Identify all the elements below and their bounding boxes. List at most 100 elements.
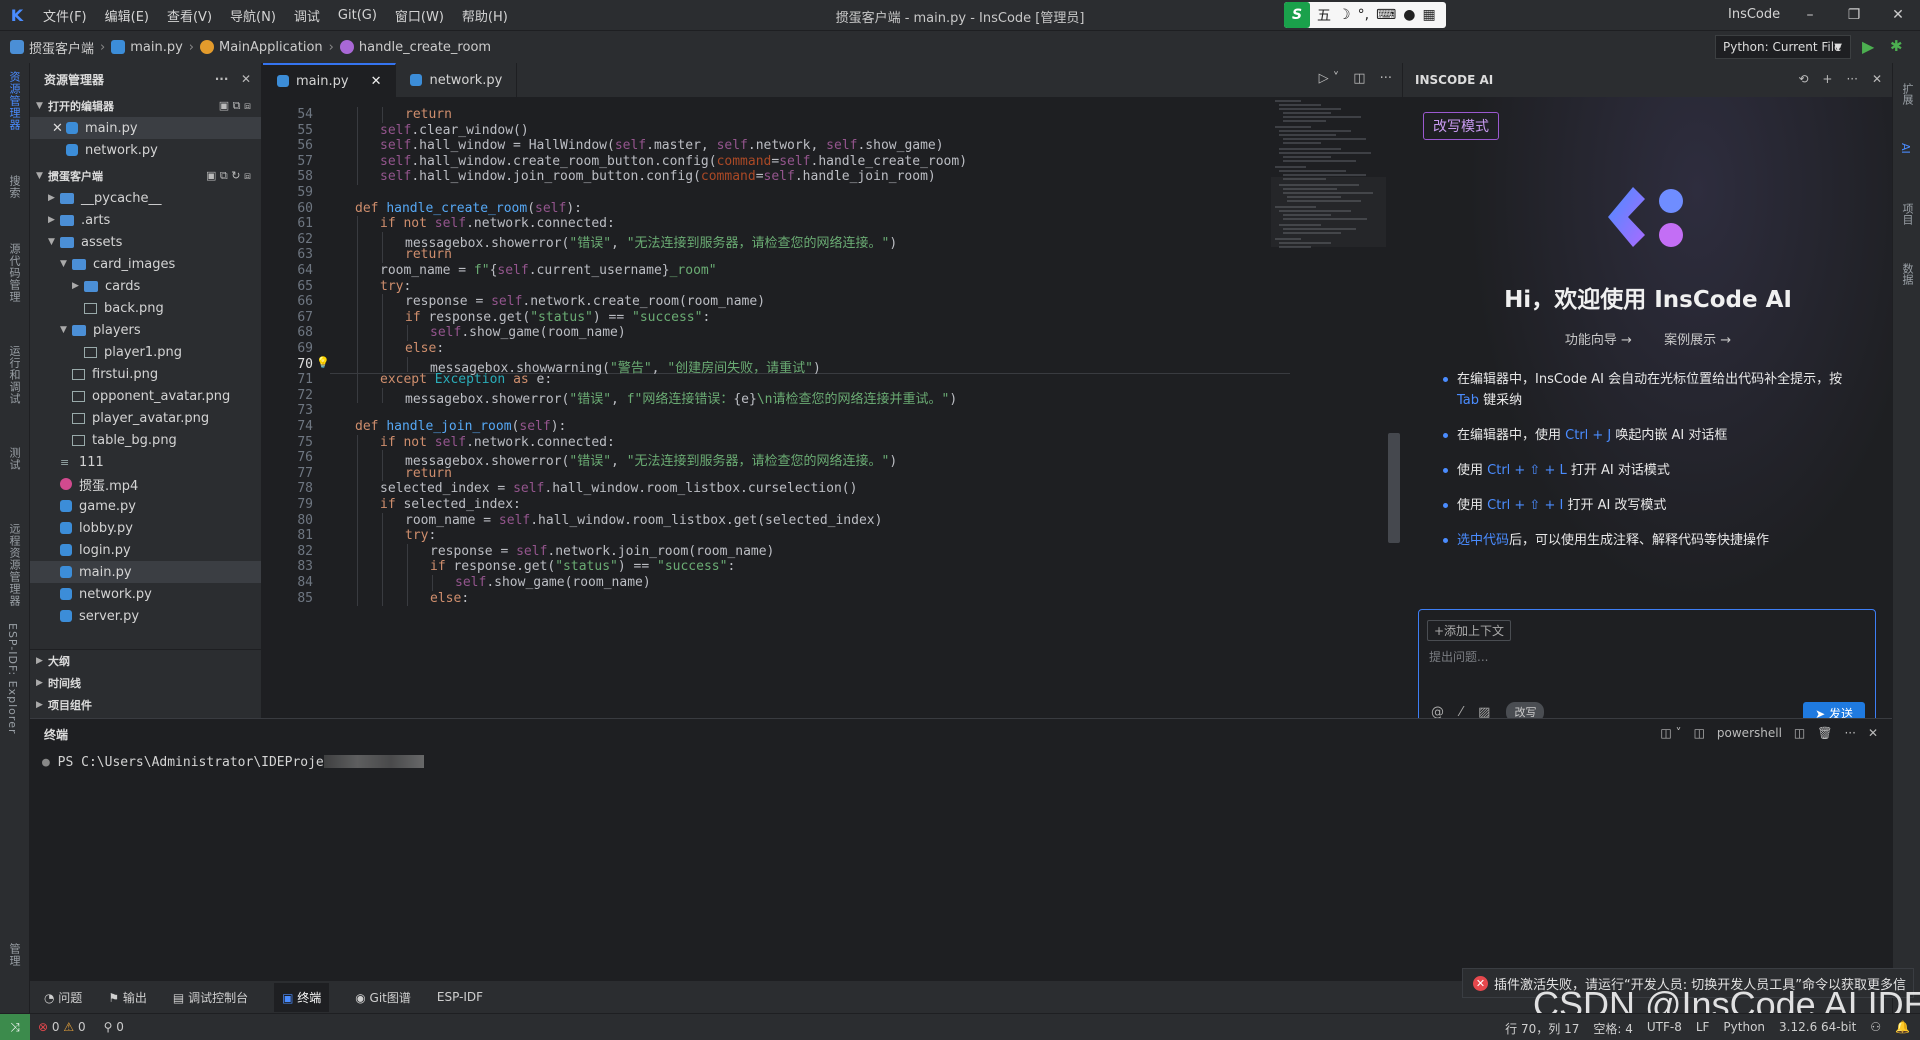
- account-name[interactable]: InsCode: [1728, 7, 1780, 22]
- mention-icon[interactable]: @: [1431, 705, 1444, 719]
- encoding[interactable]: UTF-8: [1647, 1020, 1682, 1037]
- tree-file[interactable]: login.py: [30, 539, 261, 561]
- line-number[interactable]: 65: [263, 279, 313, 294]
- outline-section[interactable]: ▶ 大纲: [30, 650, 261, 672]
- code-line[interactable]: messagebox.showerror("错误", f"网络连接错误：{e}\…: [405, 388, 957, 407]
- tree-file[interactable]: server.py: [30, 605, 261, 627]
- tree-file[interactable]: 掼蛋.mp4: [30, 473, 261, 495]
- line-number[interactable]: 61: [263, 216, 313, 231]
- tree-file[interactable]: network.py: [30, 583, 261, 605]
- minimap[interactable]: [1271, 97, 1386, 267]
- tab-network-py[interactable]: network.py: [396, 63, 518, 97]
- punctuation-icon[interactable]: °,: [1358, 7, 1369, 23]
- line-number[interactable]: 74: [263, 419, 313, 434]
- maximize-button[interactable]: ❐: [1832, 0, 1876, 30]
- line-number[interactable]: 58: [263, 169, 313, 184]
- tip-shortcut[interactable]: 选中代码: [1457, 533, 1509, 548]
- ime-mode[interactable]: 五: [1317, 5, 1331, 25]
- tree-file[interactable]: player_avatar.png: [30, 407, 261, 429]
- menu-window[interactable]: 窗口(W): [386, 6, 453, 25]
- code-line[interactable]: try:: [380, 279, 411, 294]
- close-icon[interactable]: ✕: [1868, 726, 1878, 740]
- open-editor-item[interactable]: ✕ main.py: [30, 117, 261, 139]
- line-number[interactable]: 64: [263, 263, 313, 278]
- line-number[interactable]: 73: [263, 403, 313, 418]
- editor-scrollbar[interactable]: [1388, 433, 1400, 543]
- section-actions-icon[interactable]: ▣ ⧉ ⧈: [219, 99, 251, 113]
- line-number[interactable]: 79: [263, 497, 313, 512]
- code-line[interactable]: self.hall_window = HallWindow(self.maste…: [380, 138, 944, 153]
- code-line[interactable]: except Exception as e:: [380, 372, 552, 387]
- tree-file[interactable]: main.py: [30, 561, 261, 583]
- history-icon[interactable]: ⟲: [1798, 72, 1808, 86]
- tree-file[interactable]: opponent_avatar.png: [30, 385, 261, 407]
- rewrite-toggle[interactable]: 改写: [1506, 702, 1545, 718]
- ports-status[interactable]: ⚲ 0: [104, 1020, 124, 1034]
- new-terminal-icon[interactable]: ◫ ˅: [1660, 726, 1681, 740]
- tab-esp-idf[interactable]: ESP-IDF: [437, 990, 483, 1004]
- line-number[interactable]: 62: [263, 232, 313, 247]
- tree-folder[interactable]: ▶ .arts: [30, 209, 261, 231]
- code-line[interactable]: def handle_join_room(self):: [355, 419, 566, 434]
- cursor-position[interactable]: 行 70，列 17: [1505, 1020, 1579, 1037]
- line-number[interactable]: 55: [263, 123, 313, 138]
- lightbulb-icon[interactable]: 💡: [316, 356, 330, 369]
- line-number[interactable]: 66: [263, 294, 313, 309]
- activity-projects[interactable]: 项目: [1899, 203, 1915, 225]
- user-icon[interactable]: ●: [1403, 7, 1415, 23]
- line-number[interactable]: 82: [263, 544, 313, 559]
- code-line[interactable]: if not self.network.connected:: [380, 435, 615, 450]
- project-header[interactable]: ▼ 掼蛋客户端 ▣ ⧉ ↻ ⧈: [30, 165, 261, 187]
- code-line[interactable]: return: [405, 107, 452, 122]
- tree-folder[interactable]: ▼ card_images: [30, 253, 261, 275]
- line-number[interactable]: 81: [263, 528, 313, 543]
- open-editor-item[interactable]: network.py: [30, 139, 261, 161]
- problems-status[interactable]: ⊗ 0 ⚠ 0: [38, 1020, 86, 1034]
- split-terminal-icon[interactable]: ◫: [1794, 726, 1805, 740]
- line-number[interactable]: 69: [263, 341, 313, 356]
- ai-question-input[interactable]: 提出问题...: [1429, 648, 1488, 665]
- line-number[interactable]: 57: [263, 154, 313, 169]
- line-number[interactable]: 72: [263, 388, 313, 403]
- line-number[interactable]: 54: [263, 107, 313, 122]
- mode-badge[interactable]: 改写模式: [1423, 112, 1499, 140]
- keyboard-icon[interactable]: ⌨: [1376, 7, 1396, 23]
- image-icon[interactable]: ▨: [1478, 705, 1490, 719]
- language-mode[interactable]: Python: [1723, 1020, 1765, 1037]
- line-number[interactable]: 84: [263, 575, 313, 590]
- activity-remote[interactable]: 远程资源管理器: [6, 523, 22, 607]
- tree-file[interactable]: back.png: [30, 297, 261, 319]
- close-icon[interactable]: ✕: [52, 121, 66, 136]
- menu-git[interactable]: Git(G): [329, 8, 386, 23]
- project-actions-icon[interactable]: ▣ ⧉ ↻ ⧈: [206, 169, 251, 183]
- activity-manage[interactable]: 管理: [6, 943, 22, 967]
- feature-guide-link[interactable]: 功能向导 →: [1565, 333, 1632, 348]
- code-line[interactable]: if response.get("status") == "success":: [405, 310, 710, 325]
- tree-file[interactable]: game.py: [30, 495, 261, 517]
- close-icon[interactable]: ✕: [1872, 72, 1882, 86]
- case-show-link[interactable]: 案例展示 →: [1664, 333, 1731, 348]
- line-number[interactable]: 83: [263, 559, 313, 574]
- line-number[interactable]: 60: [263, 201, 313, 216]
- run-icon[interactable]: ▶: [1862, 37, 1874, 56]
- bell-icon[interactable]: 🔔: [1895, 1020, 1910, 1037]
- tab-debug-console[interactable]: ▤ 调试控制台: [173, 989, 248, 1006]
- menu-debug[interactable]: 调试: [285, 6, 329, 25]
- line-number[interactable]: 76: [263, 450, 313, 465]
- code-line[interactable]: response = self.network.create_room(room…: [405, 294, 765, 309]
- code-line[interactable]: else:: [430, 591, 469, 606]
- project-components-section[interactable]: ▶ 项目组件: [30, 694, 261, 716]
- code-line[interactable]: response = self.network.join_room(room_n…: [430, 544, 774, 559]
- moon-icon[interactable]: ☽: [1338, 7, 1351, 23]
- code-line[interactable]: room_name = self.hall_window.room_listbo…: [405, 513, 882, 528]
- breadcrumb-file[interactable]: main.py: [130, 40, 183, 55]
- breadcrumb-method[interactable]: handle_create_room: [359, 40, 491, 55]
- more-icon[interactable]: ···: [1846, 72, 1857, 86]
- line-ending[interactable]: LF: [1696, 1020, 1710, 1037]
- minimize-button[interactable]: –: [1788, 0, 1832, 30]
- line-number[interactable]: 63: [263, 247, 313, 262]
- code-line[interactable]: if not self.network.connected:: [380, 216, 615, 231]
- add-context-button[interactable]: +添加上下文: [1427, 620, 1512, 641]
- remote-icon[interactable]: ⤨: [0, 1013, 30, 1040]
- activity-ai[interactable]: AI: [1899, 143, 1912, 154]
